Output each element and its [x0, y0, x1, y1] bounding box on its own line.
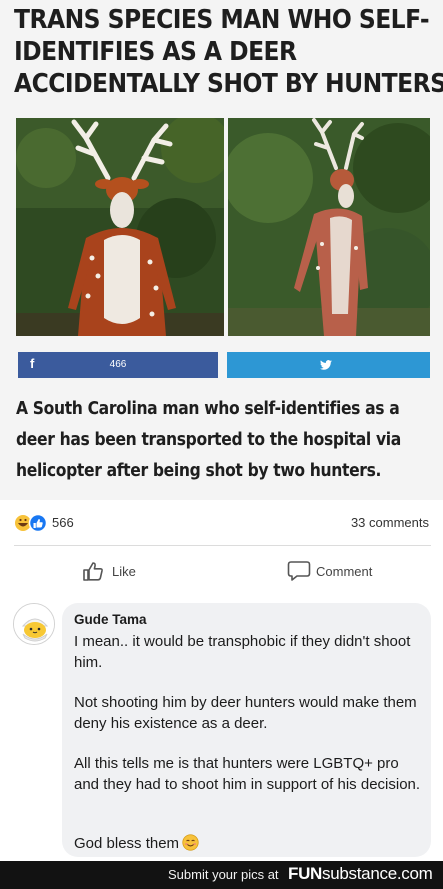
comment-bubble: Gude Tama I mean.. it would be transphob…: [62, 603, 431, 857]
reaction-icons[interactable]: [14, 513, 50, 533]
twitter-share-button[interactable]: [227, 352, 430, 378]
site-watermark: Submit your pics at FUNsubstance.com: [0, 861, 443, 889]
reaction-count[interactable]: 566: [52, 515, 74, 530]
twitter-bird-icon: [320, 360, 332, 370]
summary-line: deer has been transported to the hospita…: [16, 430, 401, 450]
watermark-text: Submit your pics at: [168, 867, 279, 882]
shared-article-image[interactable]: TRANS SPECIES MAN WHO SELF- IDENTIFIES A…: [0, 0, 443, 500]
post-stats-bar: 566 33 comments: [0, 500, 443, 546]
comment-paragraph: I mean.. it would be transphobic if they…: [74, 633, 411, 671]
commenter-avatar[interactable]: [13, 603, 55, 645]
comment-author-name[interactable]: Gude Tama: [74, 612, 147, 627]
like-label: Like: [112, 564, 136, 579]
comment-paragraph: All this tells me is that hunters were L…: [74, 755, 421, 793]
thumbs-up-icon: [83, 562, 103, 581]
headline-line: ACCIDENTALLY SHOT BY HUNTERS: [14, 69, 443, 99]
comment-paragraph: Not shooting him by deer hunters would m…: [74, 694, 417, 732]
article-summary: A South Carolina man who self-identifies…: [16, 394, 408, 487]
headline-line: TRANS SPECIES MAN WHO SELF-: [14, 5, 430, 35]
deer-man-photo-front: [16, 118, 224, 336]
post-actions-bar: Like Comment: [0, 546, 443, 594]
deer-man-photo-walking: [228, 118, 430, 336]
summary-line: helicopter after being shot by two hunte…: [16, 461, 382, 481]
headline-line: IDENTIFIES AS A DEER: [14, 37, 297, 67]
article-headline: TRANS SPECIES MAN WHO SELF- IDENTIFIES A…: [14, 4, 443, 100]
facebook-share-count: 466: [109, 359, 127, 370]
egg-character-avatar-icon: [14, 604, 54, 644]
funsubstance-logo: FUNsubstance.com: [288, 864, 433, 883]
comments-count-link[interactable]: 33 comments: [351, 515, 429, 530]
comment-paragraph-text: God bless them: [74, 835, 180, 852]
comment-paragraph-last: God bless them: [74, 833, 426, 854]
speech-bubble-icon: [287, 561, 311, 581]
smiling-face-emoji-icon: [182, 834, 199, 851]
summary-line: A South Carolina man who self-identifies…: [16, 399, 400, 419]
facebook-share-button[interactable]: f 466: [18, 352, 218, 378]
comment-label: Comment: [316, 564, 373, 579]
